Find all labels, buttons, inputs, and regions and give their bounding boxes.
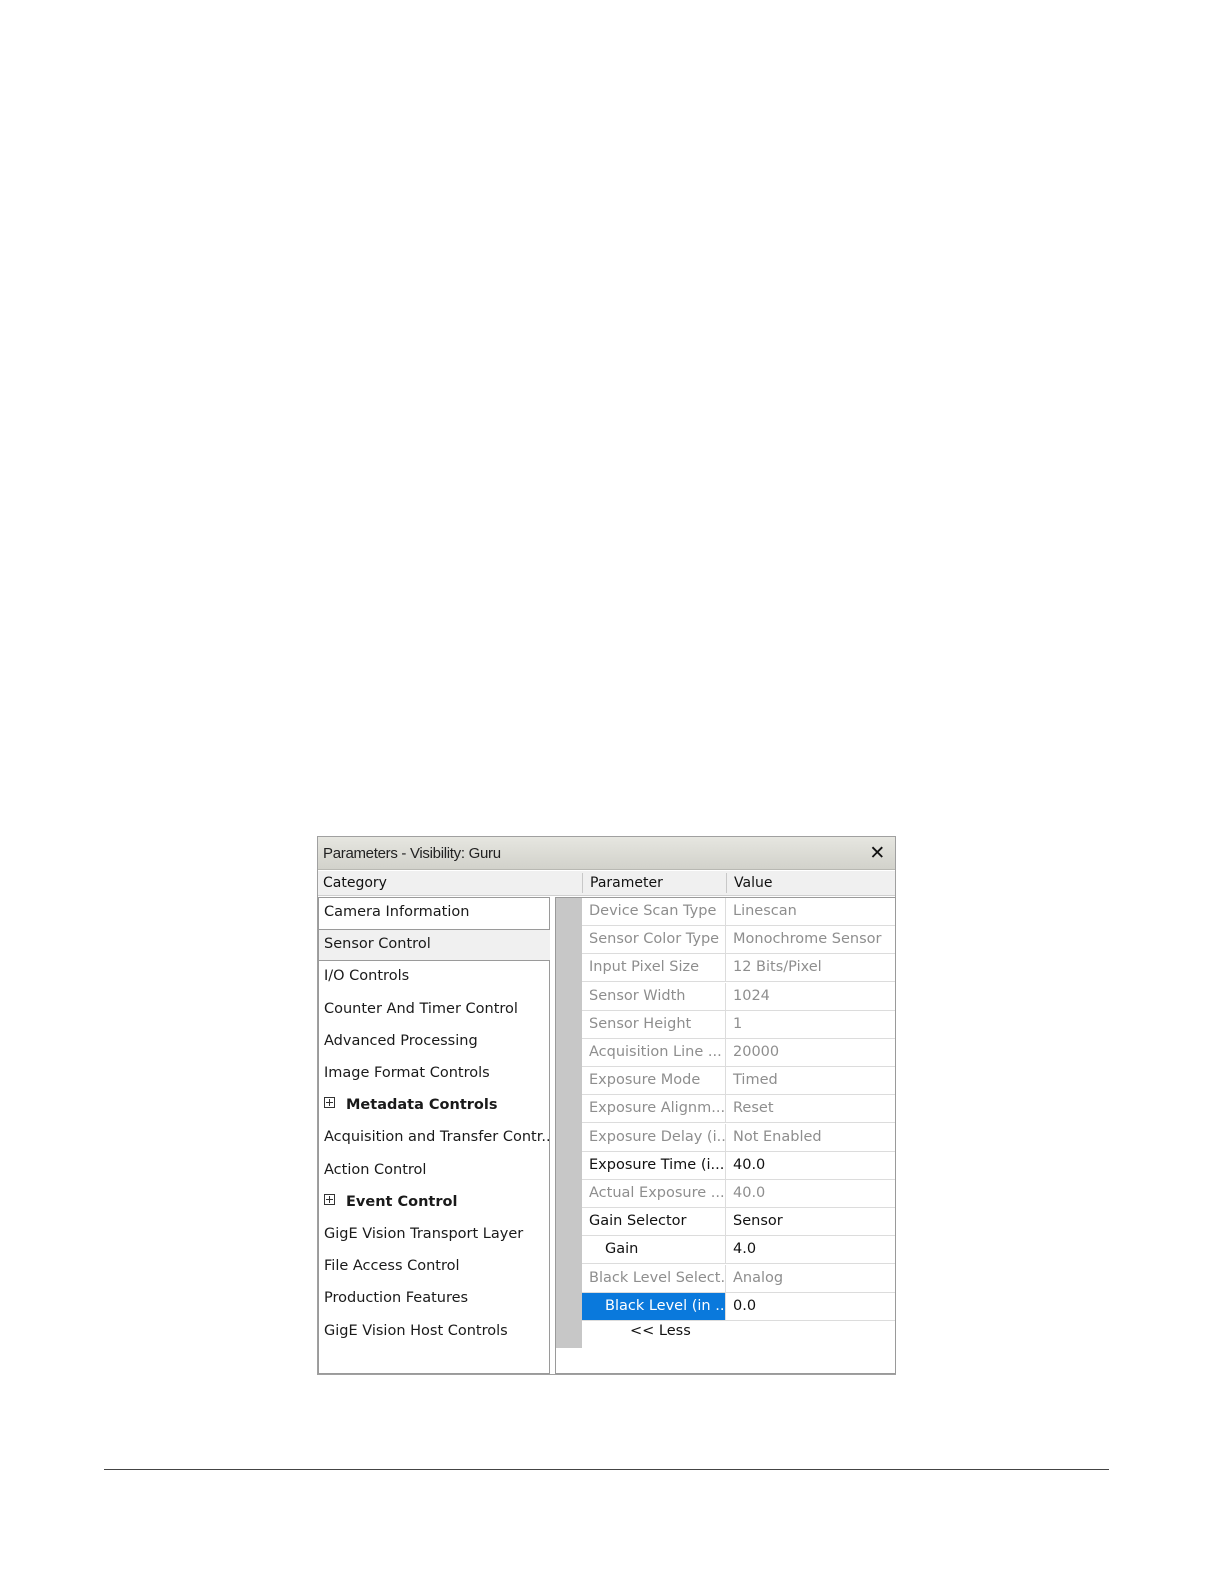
parameter-value[interactable]: Sensor	[733, 1213, 783, 1229]
parameter-row[interactable]: Sensor Color Type Monochrome Sensor	[582, 926, 895, 955]
parameter-name: Black Level (in ...	[582, 1292, 726, 1320]
parameter-value: Timed	[733, 1072, 778, 1089]
category-item[interactable]: Acquisition and Transfer Contr...	[319, 1123, 550, 1155]
parameter-value: Monochrome Sensor	[733, 931, 882, 948]
parameter-value[interactable]: 4.0	[733, 1241, 756, 1257]
parameter-row[interactable]: Black Level Select... Analog	[582, 1264, 895, 1293]
category-item[interactable]: Metadata Controls	[319, 1091, 550, 1123]
title-bar: Parameters - Visibility: Guru ✕	[318, 837, 895, 870]
parameter-row[interactable]: Device Scan Type Linescan	[582, 898, 895, 926]
expand-plus-icon[interactable]	[324, 1097, 335, 1109]
header-separator[interactable]	[582, 873, 583, 893]
category-label: Action Control	[324, 1161, 427, 1178]
category-item[interactable]: Counter And Timer Control	[319, 995, 550, 1027]
parameter-name: Actual Exposure ...	[582, 1180, 726, 1207]
parameter-value: Linescan	[733, 903, 797, 919]
parameter-value: 1	[733, 1015, 743, 1032]
category-label: Acquisition and Transfer Contr...	[324, 1129, 550, 1146]
parameter-header[interactable]: Parameter	[590, 875, 663, 891]
parameter-value: 12 Bits/Pixel	[733, 959, 822, 976]
parameter-name: Input Pixel Size	[582, 954, 726, 982]
parameter-value: 1024	[733, 987, 770, 1004]
window-title: Parameters - Visibility: Guru	[323, 845, 501, 862]
category-item[interactable]: Action Control	[319, 1156, 550, 1188]
parameter-value: 20000	[733, 1044, 780, 1060]
value-header[interactable]: Value	[734, 875, 772, 891]
category-label: GigE Vision Transport Layer	[324, 1226, 524, 1242]
parameter-name: Gain Selector	[582, 1208, 726, 1236]
parameter-name: Exposure Mode	[582, 1067, 726, 1095]
less-button[interactable]: << Less	[630, 1323, 691, 1339]
parameter-row[interactable]: Exposure Alignm... Reset	[582, 1095, 895, 1124]
expand-plus-icon[interactable]	[324, 1193, 335, 1205]
category-label: Camera Information	[324, 904, 470, 920]
row-gutter	[556, 898, 582, 1348]
parameter-row[interactable]: Input Pixel Size 12 Bits/Pixel	[582, 954, 895, 983]
category-item[interactable]: Event Control	[319, 1188, 550, 1220]
parameter-row[interactable]: Sensor Height 1	[582, 1010, 895, 1039]
parameter-name: Black Level Select...	[582, 1264, 726, 1292]
category-label: Production Features	[324, 1290, 469, 1307]
parameters-window: Parameters - Visibility: Guru ✕ Category…	[317, 836, 896, 1375]
parameter-row[interactable]: Sensor Width 1024	[582, 982, 895, 1011]
parameter-name: Exposure Time (i...	[582, 1151, 726, 1179]
parameter-name: Sensor Height	[582, 1010, 726, 1038]
category-label: GigE Vision Host Controls	[324, 1322, 508, 1339]
category-label: File Access Control	[324, 1258, 460, 1275]
category-label: Metadata Controls	[346, 1097, 498, 1114]
parameter-value: Not Enabled	[733, 1128, 822, 1145]
footer-rule	[104, 1469, 1109, 1470]
category-item[interactable]: Image Format Controls	[319, 1059, 550, 1091]
category-label: Sensor Control	[324, 936, 431, 953]
parameter-value: Analog	[733, 1269, 784, 1286]
parameter-grid[interactable]: << Less Device Scan Type Linescan Sensor C…	[555, 897, 896, 1374]
category-item[interactable]: File Access Control	[319, 1252, 550, 1284]
parameter-name: Gain	[582, 1236, 726, 1264]
parameter-row[interactable]: Actual Exposure ... 40.0	[582, 1180, 895, 1208]
parameter-value[interactable]: 40.0	[733, 1157, 765, 1173]
parameter-name: Device Scan Type	[582, 898, 726, 925]
parameter-name: Exposure Delay (i...	[582, 1123, 726, 1151]
category-item[interactable]: GigE Vision Transport Layer	[319, 1220, 550, 1252]
column-header-row: Category Parameter Value	[318, 871, 895, 896]
parameter-name: Sensor Color Type	[582, 926, 726, 954]
parameter-value[interactable]: 0.0	[733, 1298, 756, 1314]
category-item[interactable]: Sensor Control	[319, 929, 550, 962]
parameter-row[interactable]: Exposure Delay (i... Not Enabled	[582, 1123, 895, 1152]
parameter-value: Reset	[733, 1100, 774, 1117]
header-separator[interactable]	[726, 873, 727, 893]
category-label: Advanced Processing	[324, 1032, 478, 1049]
category-header[interactable]: Category	[323, 875, 387, 891]
parameter-row[interactable]: Exposure Time (i... 40.0	[582, 1151, 895, 1180]
category-item[interactable]: Production Features	[319, 1284, 550, 1316]
category-label: Image Format Controls	[324, 1065, 490, 1081]
category-list[interactable]: Camera Information Sensor Control I/O Cont…	[318, 897, 550, 1374]
parameter-row[interactable]: Acquisition Line ... 20000	[582, 1039, 895, 1067]
parameter-row[interactable]: Gain Selector Sensor	[582, 1208, 895, 1237]
category-label: Event Control	[346, 1193, 458, 1210]
category-item[interactable]: GigE Vision Host Controls	[319, 1317, 550, 1349]
parameter-name: Exposure Alignm...	[582, 1095, 726, 1123]
parameter-name: Sensor Width	[582, 982, 726, 1010]
category-label: I/O Controls	[324, 968, 410, 985]
category-label: Counter And Timer Control	[324, 1000, 518, 1017]
category-item[interactable]: Advanced Processing	[319, 1027, 550, 1059]
close-icon[interactable]: ✕	[869, 842, 885, 864]
category-item[interactable]: I/O Controls	[319, 962, 550, 994]
parameter-value: 40.0	[733, 1185, 766, 1201]
category-item[interactable]: Camera Information	[319, 898, 550, 930]
parameter-row[interactable]: Exposure Mode Timed	[582, 1067, 895, 1096]
parameter-row[interactable]: Gain 4.0	[582, 1236, 895, 1265]
parameter-row[interactable]: Black Level (in ... 0.0	[582, 1292, 895, 1321]
parameter-name: Acquisition Line ...	[582, 1039, 726, 1066]
